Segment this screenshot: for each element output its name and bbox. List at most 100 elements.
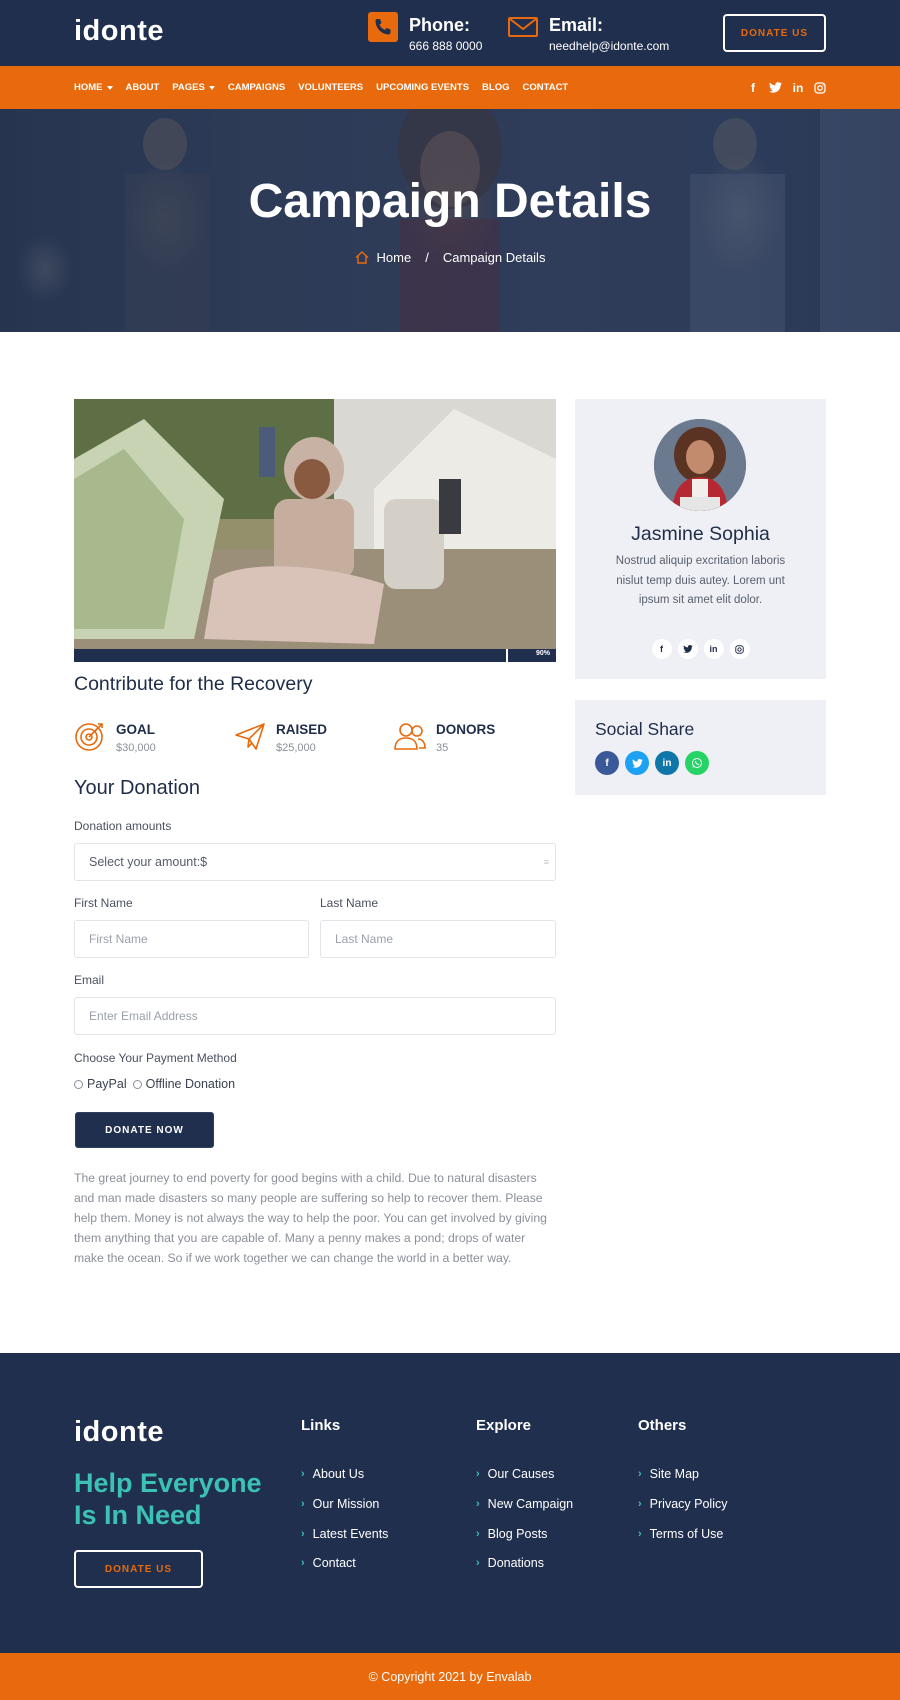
chevron-right-icon: › <box>638 1468 642 1480</box>
site-footer: idonte Help Everyone Is In Need DONATE U… <box>0 1353 900 1653</box>
phone-number[interactable]: 666 888 0000 <box>409 39 482 53</box>
envelope-icon <box>508 17 538 37</box>
footer-link-donations[interactable]: › Donations <box>476 1556 544 1570</box>
linkedin-icon[interactable]: in <box>792 81 804 95</box>
last-name-input[interactable] <box>320 920 556 958</box>
avatar <box>654 419 746 511</box>
nav-item-label: CAMPAIGNS <box>227 82 286 93</box>
footer-link-our-mission[interactable]: › Our Mission <box>301 1497 379 1511</box>
copyright-bar: © Copyright 2021 by Envalab <box>0 1653 900 1700</box>
footer-link-about-us[interactable]: › About Us <box>301 1467 364 1481</box>
nav-item-about[interactable]: ABOUT <box>126 82 160 93</box>
donation-amount-value: Select your amount:$ <box>89 855 208 869</box>
footer-link-latest-events[interactable]: › Latest Events <box>301 1527 388 1541</box>
nav-item-pages[interactable]: PAGES <box>172 82 215 93</box>
footer-link-blog-posts[interactable]: › Blog Posts <box>476 1527 547 1541</box>
campaign-photo <box>74 399 556 662</box>
breadcrumb-home[interactable]: Home <box>377 250 412 265</box>
payment-option-label: PayPal <box>87 1077 127 1091</box>
nav-item-label: UPCOMING EVENTS <box>376 82 470 93</box>
main-nav: HOME ABOUT PAGES CAMPAIGNS VOLUNTEERS UP… <box>0 66 900 109</box>
social-share-buttons: f in <box>595 751 709 775</box>
nav-item-upcoming-events[interactable]: UPCOMING EVENTS <box>376 82 469 93</box>
email-address[interactable]: needhelp@idonte.com <box>549 39 669 53</box>
footer-link-label: New Campaign <box>487 1497 574 1511</box>
nav-item-campaigns[interactable]: CAMPAIGNS <box>228 82 285 93</box>
instagram-icon[interactable] <box>729 639 750 659</box>
payment-option-offline[interactable]: Offline Donation <box>132 1077 235 1091</box>
footer-link-terms-of-use[interactable]: › Terms of Use <box>638 1527 723 1541</box>
raised-value: $25,000 <box>276 742 316 754</box>
phone-contact: Phone: 666 888 0000 <box>368 12 498 56</box>
breadcrumb: Home / Campaign Details <box>0 250 900 265</box>
footer-link-privacy-policy[interactable]: › Privacy Policy <box>638 1497 727 1511</box>
footer-link-site-map[interactable]: › Site Map <box>638 1467 699 1481</box>
campaign-description: The great journey to end poverty for goo… <box>74 1171 547 1265</box>
payment-option-paypal[interactable]: PayPal <box>74 1077 127 1091</box>
chevron-right-icon: › <box>301 1468 305 1480</box>
donate-now-button[interactable]: DONATE NOW <box>75 1112 214 1148</box>
campaign-progress-bar: 90% <box>74 649 556 662</box>
select-arrows-icon: ≡ <box>543 857 549 867</box>
linkedin-icon[interactable]: in <box>655 751 679 775</box>
progress-label: 90% <box>535 650 550 657</box>
twitter-icon[interactable] <box>677 639 698 659</box>
footer-link-label: Blog Posts <box>487 1527 548 1541</box>
nav-item-label: BLOG <box>482 82 510 93</box>
footer-link-label: Contact <box>312 1556 356 1570</box>
facebook-icon[interactable]: f <box>747 81 759 95</box>
nav-item-contact[interactable]: CONTACT <box>523 82 569 93</box>
instagram-icon[interactable] <box>814 81 826 94</box>
home-icon <box>355 251 369 264</box>
author-bio: Nostrud aliquip excritation laboris nisl… <box>615 555 786 606</box>
phone-label: Phone: <box>409 15 470 35</box>
footer-others-title: Others <box>638 1417 687 1434</box>
twitter-icon[interactable] <box>769 82 782 93</box>
site-logo[interactable]: idonte <box>74 15 164 48</box>
first-name-input[interactable] <box>74 920 309 958</box>
radio-offline[interactable] <box>132 1079 142 1089</box>
nav-item-volunteers[interactable]: VOLUNTEERS <box>298 82 363 93</box>
chevron-right-icon: › <box>301 1498 305 1510</box>
breadcrumb-current: Campaign Details <box>442 250 546 265</box>
radio-paypal[interactable] <box>74 1079 83 1089</box>
footer-donate-button[interactable]: DONATE US <box>74 1550 203 1588</box>
footer-others-column: Others › Site Map › Privacy Policy › Terms … <box>638 1417 727 1541</box>
email-label: Email: <box>549 15 604 35</box>
footer-link-contact[interactable]: › Contact <box>301 1556 356 1570</box>
copyright-text: © Copyright 2021 by Envalab <box>368 1669 532 1684</box>
twitter-icon[interactable] <box>625 751 649 775</box>
footer-link-label: Our Mission <box>312 1497 380 1511</box>
footer-link-label: Privacy Policy <box>649 1497 728 1511</box>
linkedin-icon[interactable]: in <box>703 639 724 659</box>
facebook-icon[interactable]: f <box>595 751 619 775</box>
nav-item-blog[interactable]: BLOG <box>482 82 509 93</box>
campaign-title: Contribute for the Recovery <box>74 673 313 695</box>
chevron-right-icon: › <box>476 1557 480 1569</box>
donors-value: 35 <box>436 742 449 754</box>
whatsapp-icon[interactable] <box>685 751 709 775</box>
email-input[interactable] <box>74 997 556 1035</box>
top-header: idonte Phone: 666 888 0000 Email: needhe… <box>0 0 900 66</box>
caret-down-icon <box>106 85 113 90</box>
footer-logo[interactable]: idonte <box>74 1416 164 1449</box>
chevron-right-icon: › <box>476 1498 480 1510</box>
author-social-links: f in <box>575 639 826 659</box>
chevron-right-icon: › <box>301 1557 305 1569</box>
footer-link-label: Our Causes <box>487 1467 555 1481</box>
stat-raised: RAISED $25,000 <box>234 718 384 758</box>
chevron-right-icon: › <box>638 1498 642 1510</box>
target-icon <box>75 723 103 751</box>
footer-explore-title: Explore <box>476 1417 532 1434</box>
donation-amount-select[interactable]: Select your amount:$ ≡ <box>74 843 556 881</box>
header-donate-button[interactable]: DONATE US <box>723 14 826 52</box>
nav-item-home[interactable]: HOME <box>74 82 113 93</box>
facebook-icon[interactable]: f <box>651 639 672 659</box>
users-icon <box>394 723 426 750</box>
footer-link-label: Donations <box>487 1556 544 1570</box>
footer-link-our-causes[interactable]: › Our Causes <box>476 1467 554 1481</box>
social-share-title: Social Share <box>595 719 695 739</box>
first-name-label: First Name <box>74 896 133 910</box>
footer-link-new-campaign[interactable]: › New Campaign <box>476 1497 573 1511</box>
chevron-right-icon: › <box>638 1528 642 1540</box>
